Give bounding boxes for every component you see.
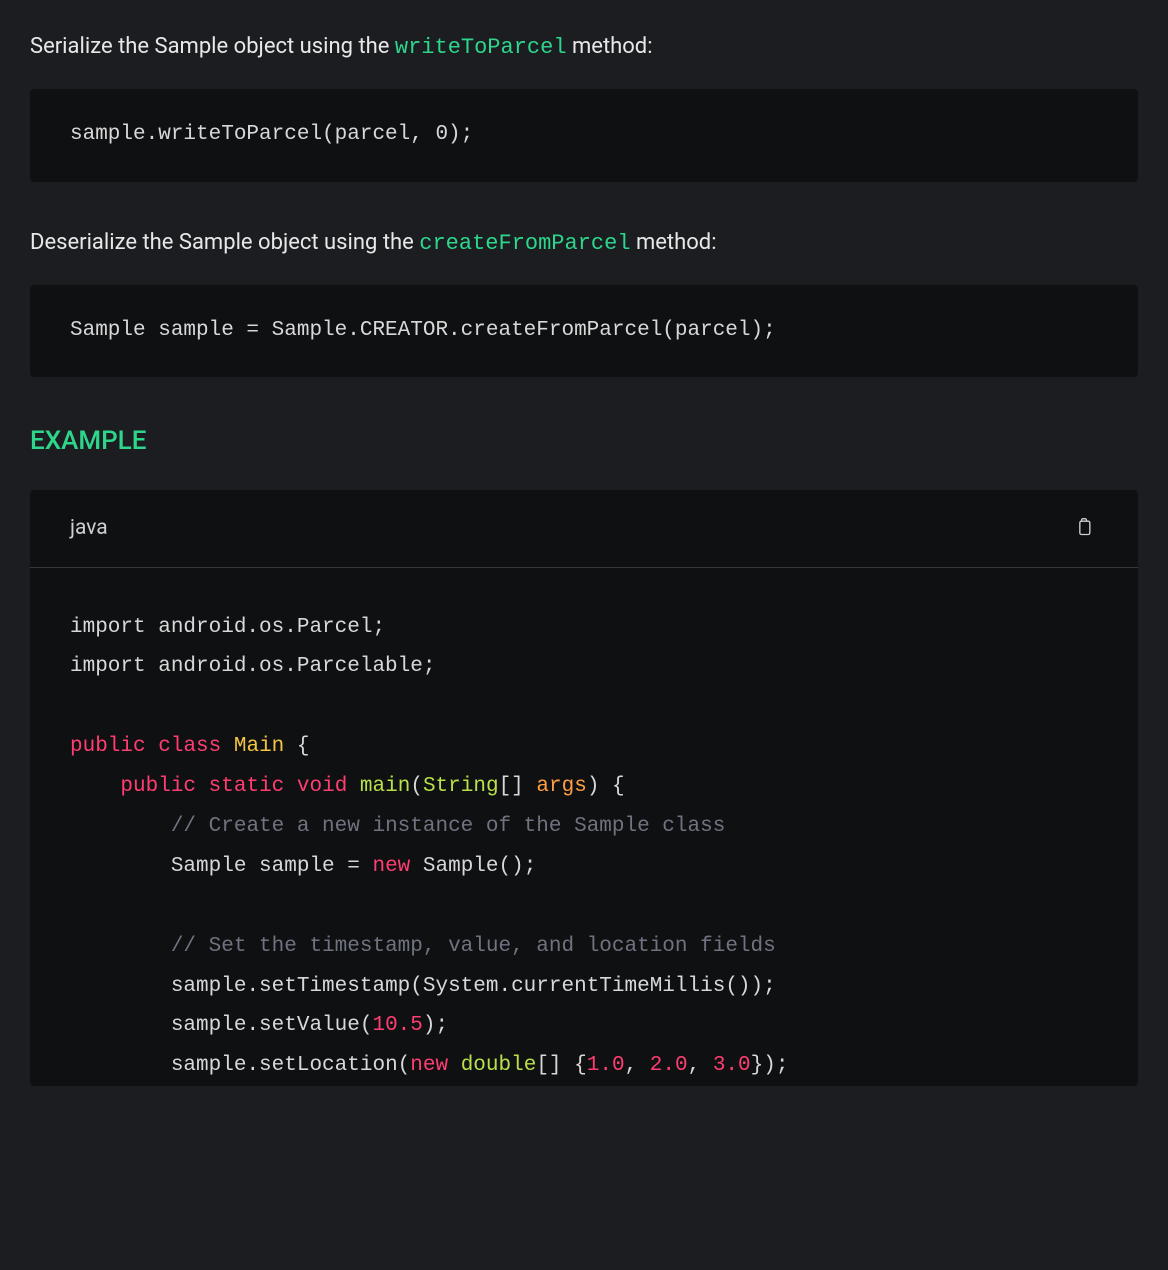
keyword: public — [120, 775, 196, 798]
indent — [70, 1054, 171, 1077]
text: method: — [567, 34, 653, 59]
type-name: double — [461, 1054, 537, 1077]
number: 3.0 — [713, 1054, 751, 1077]
comment: // Create a new instance of the Sample c… — [171, 815, 726, 838]
example-block: java import android.os.Parcel; import an… — [30, 490, 1138, 1087]
code-line: import android.os.Parcel; — [70, 616, 385, 639]
number: 1.0 — [587, 1054, 625, 1077]
code-text: ) { — [587, 775, 625, 798]
class-name: Main — [234, 735, 284, 758]
number: 10.5 — [372, 1014, 422, 1037]
inline-code-writeToParcel: writeToParcel — [395, 35, 567, 60]
heading-example: EXAMPLE — [30, 421, 1138, 461]
code-block-serialize: sample.writeToParcel(parcel, 0); — [30, 89, 1138, 182]
type-name: String — [423, 775, 499, 798]
keyword: void — [297, 775, 347, 798]
indent — [70, 855, 171, 878]
clipboard-icon — [1074, 516, 1094, 541]
argument: args — [536, 775, 586, 798]
keyword: new — [410, 1054, 448, 1077]
code-text: Sample sample = — [171, 855, 373, 878]
function-name: main — [360, 775, 410, 798]
code-text: sample.setTimestamp(System.currentTimeMi… — [171, 975, 776, 998]
code-text: , — [688, 1054, 713, 1077]
code-text: Sample(); — [410, 855, 536, 878]
paragraph-deserialize: Deserialize the Sample object using the … — [30, 226, 1138, 261]
keyword: static — [209, 775, 285, 798]
code-text: sample.setValue( — [171, 1014, 373, 1037]
keyword: class — [158, 735, 221, 758]
copy-button[interactable] — [1070, 512, 1098, 545]
text: Serialize the Sample object using the — [30, 34, 395, 59]
indent — [70, 975, 171, 998]
code-line: import android.os.Parcelable; — [70, 655, 435, 678]
indent — [70, 1014, 171, 1037]
code-text: { — [284, 735, 309, 758]
code-text: ); — [423, 1014, 448, 1037]
indent — [70, 815, 171, 838]
text: method: — [631, 230, 717, 255]
code-block-deserialize: Sample sample = Sample.CREATOR.createFro… — [30, 285, 1138, 378]
code-text: }); — [751, 1054, 789, 1077]
code-text: , — [625, 1054, 650, 1077]
example-header: java — [30, 490, 1138, 568]
number: 2.0 — [650, 1054, 688, 1077]
indent — [70, 775, 120, 798]
comment: // Set the timestamp, value, and locatio… — [171, 935, 776, 958]
example-language-label: java — [70, 512, 108, 545]
keyword: public — [70, 735, 146, 758]
text: Deserialize the Sample object using the — [30, 230, 419, 255]
code-text: [] — [499, 775, 537, 798]
example-code: import android.os.Parcel; import android… — [30, 568, 1138, 1087]
code-text: ( — [410, 775, 423, 798]
paragraph-serialize: Serialize the Sample object using the wr… — [30, 30, 1138, 65]
keyword: new — [372, 855, 410, 878]
inline-code-createFromParcel: createFromParcel — [419, 231, 630, 256]
code-text: sample.setLocation( — [171, 1054, 410, 1077]
indent — [70, 935, 171, 958]
code-text: [] { — [536, 1054, 586, 1077]
